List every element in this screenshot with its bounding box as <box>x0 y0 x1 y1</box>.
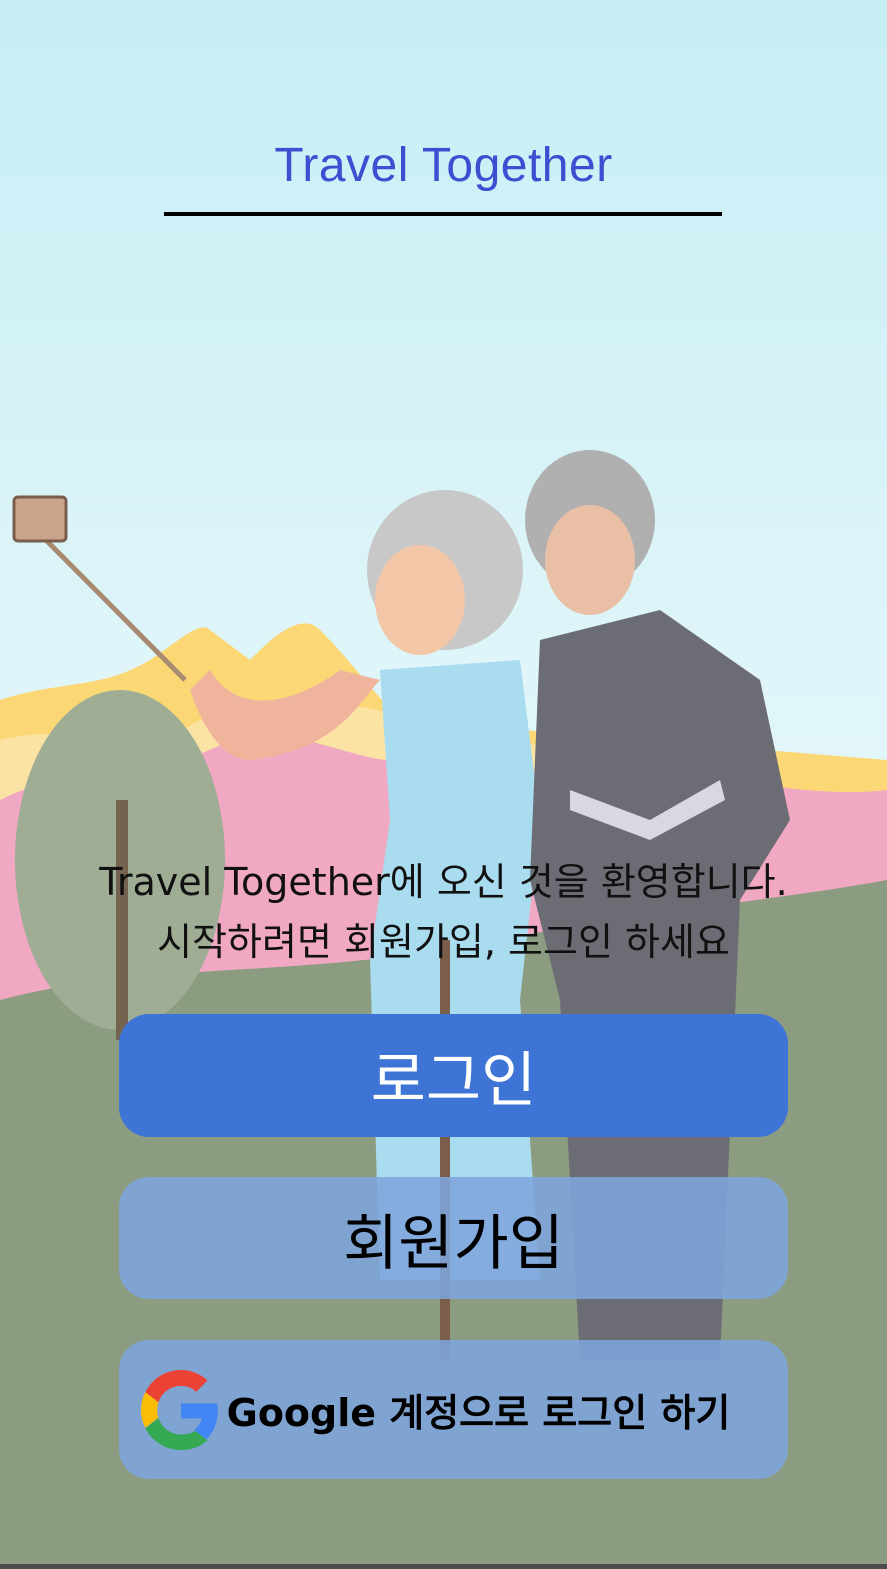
welcome-line-2: 시작하려면 회원가입, 로그인 하세요 <box>157 920 730 964</box>
bottom-border <box>0 1564 887 1569</box>
app-title: Travel Together <box>274 139 613 192</box>
login-button[interactable]: 로그인 <box>119 1014 788 1137</box>
login-button-label: 로그인 <box>370 1046 537 1116</box>
signup-button[interactable]: 회원가입 <box>119 1177 788 1299</box>
title-underline <box>164 212 722 216</box>
welcome-line-1: Travel Together에 오신 것을 환영합니다. <box>99 860 788 904</box>
google-login-button[interactable]: Google 계정으로 로그인 하기 <box>119 1340 788 1479</box>
background-illustration <box>0 0 887 1569</box>
google-g-icon <box>140 1369 218 1450</box>
google-login-label: Google 계정으로 로그인 하기 <box>226 1391 731 1435</box>
signup-button-label: 회원가입 <box>343 1208 564 1279</box>
welcome-message: Travel Together에 오신 것을 환영합니다. 시작하려면 회원가입… <box>40 852 847 972</box>
